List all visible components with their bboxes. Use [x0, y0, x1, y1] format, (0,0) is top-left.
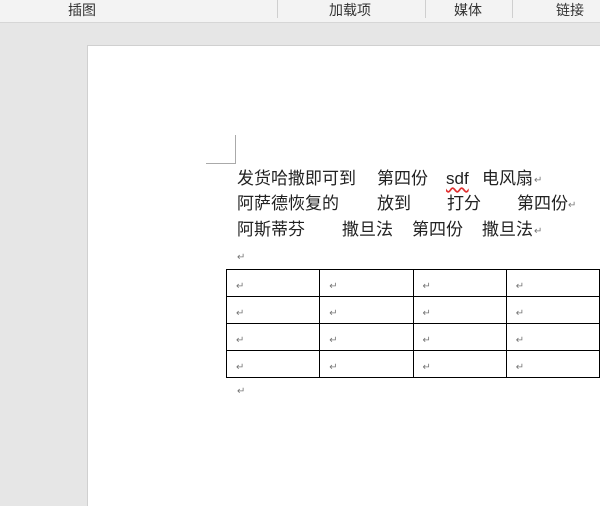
cell-mark: ↵: [329, 361, 338, 373]
document-table[interactable]: ↵ ↵ ↵ ↵ ↵ ↵ ↵ ↵ ↵ ↵ ↵ ↵ ↵ ↵ ↵ ↵: [225, 269, 600, 378]
paragraph-mark: ↵: [237, 386, 246, 397]
table-cell[interactable]: ↵: [505, 350, 600, 378]
table-row: ↵ ↵ ↵ ↵: [225, 350, 600, 378]
group-media[interactable]: 媒体: [454, 0, 482, 22]
group-illustrations[interactable]: 插图: [68, 0, 96, 22]
table-cell[interactable]: ↵: [319, 296, 414, 324]
table-cell[interactable]: ↵: [225, 350, 321, 378]
table-cell[interactable]: ↵: [319, 350, 414, 378]
text-segment[interactable]: 撒旦法: [342, 220, 393, 240]
table-cell[interactable]: ↵: [505, 269, 600, 297]
cell-mark: ↵: [236, 307, 245, 319]
cell-mark: ↵: [422, 307, 431, 319]
text-segment[interactable]: 阿斯蒂芬: [237, 220, 305, 240]
table-cell[interactable]: ↵: [412, 323, 507, 351]
text-segment[interactable]: 阿萨德恢复的: [237, 194, 339, 214]
paragraph-mark: ↵: [568, 200, 577, 211]
table-cell[interactable]: ↵: [225, 269, 321, 297]
cell-mark: ↵: [329, 280, 338, 292]
text-segment[interactable]: sdf: [446, 169, 469, 189]
text-segment[interactable]: 第四份: [412, 220, 463, 240]
table-cell[interactable]: ↵: [412, 350, 507, 378]
text-segment[interactable]: 第四份: [517, 194, 568, 214]
table-cell[interactable]: ↵: [412, 296, 507, 324]
table-row: ↵ ↵ ↵ ↵: [225, 269, 600, 297]
divider: [425, 0, 426, 18]
table-cell[interactable]: ↵: [225, 323, 321, 351]
divider: [277, 0, 278, 18]
cell-mark: ↵: [422, 280, 431, 292]
cell-mark: ↵: [515, 334, 525, 346]
text-segment[interactable]: 电风扇: [482, 169, 533, 189]
text-segment[interactable]: 放到: [377, 194, 411, 214]
text-segment[interactable]: 第四份: [377, 169, 428, 189]
paragraph-mark: ↵: [534, 175, 543, 186]
cell-mark: ↵: [515, 307, 525, 319]
cell-mark: ↵: [236, 361, 245, 373]
ribbon-group-bar: 插图 加载项 媒体 链接: [0, 0, 600, 23]
cell-mark: ↵: [515, 361, 525, 373]
group-addins[interactable]: 加载项: [329, 0, 371, 22]
cell-mark: ↵: [515, 280, 525, 292]
table-cell[interactable]: ↵: [225, 296, 321, 324]
paragraph-mark: ↵: [534, 226, 543, 237]
margin-corner-mark: [206, 135, 236, 164]
table-row: ↵ ↵ ↵ ↵: [225, 323, 600, 351]
table-cell[interactable]: ↵: [505, 296, 600, 324]
text-segment[interactable]: 撒旦法: [482, 220, 533, 240]
cell-mark: ↵: [329, 307, 338, 319]
cell-mark: ↵: [236, 280, 245, 292]
divider: [512, 0, 513, 18]
table-cell[interactable]: ↵: [319, 269, 414, 297]
table-row: ↵ ↵ ↵ ↵: [225, 296, 600, 324]
cell-mark: ↵: [329, 334, 338, 346]
table-cell[interactable]: ↵: [319, 323, 414, 351]
text-segment[interactable]: 发货哈撒即可到: [237, 169, 356, 189]
group-links[interactable]: 链接: [556, 0, 584, 22]
text-segment[interactable]: 打分: [447, 194, 481, 214]
cell-mark: ↵: [236, 334, 245, 346]
table-cell[interactable]: ↵: [505, 323, 600, 351]
cell-mark: ↵: [422, 334, 431, 346]
table-cell[interactable]: ↵: [412, 269, 507, 297]
paragraph-mark: ↵: [237, 252, 246, 263]
cell-mark: ↵: [422, 361, 431, 373]
